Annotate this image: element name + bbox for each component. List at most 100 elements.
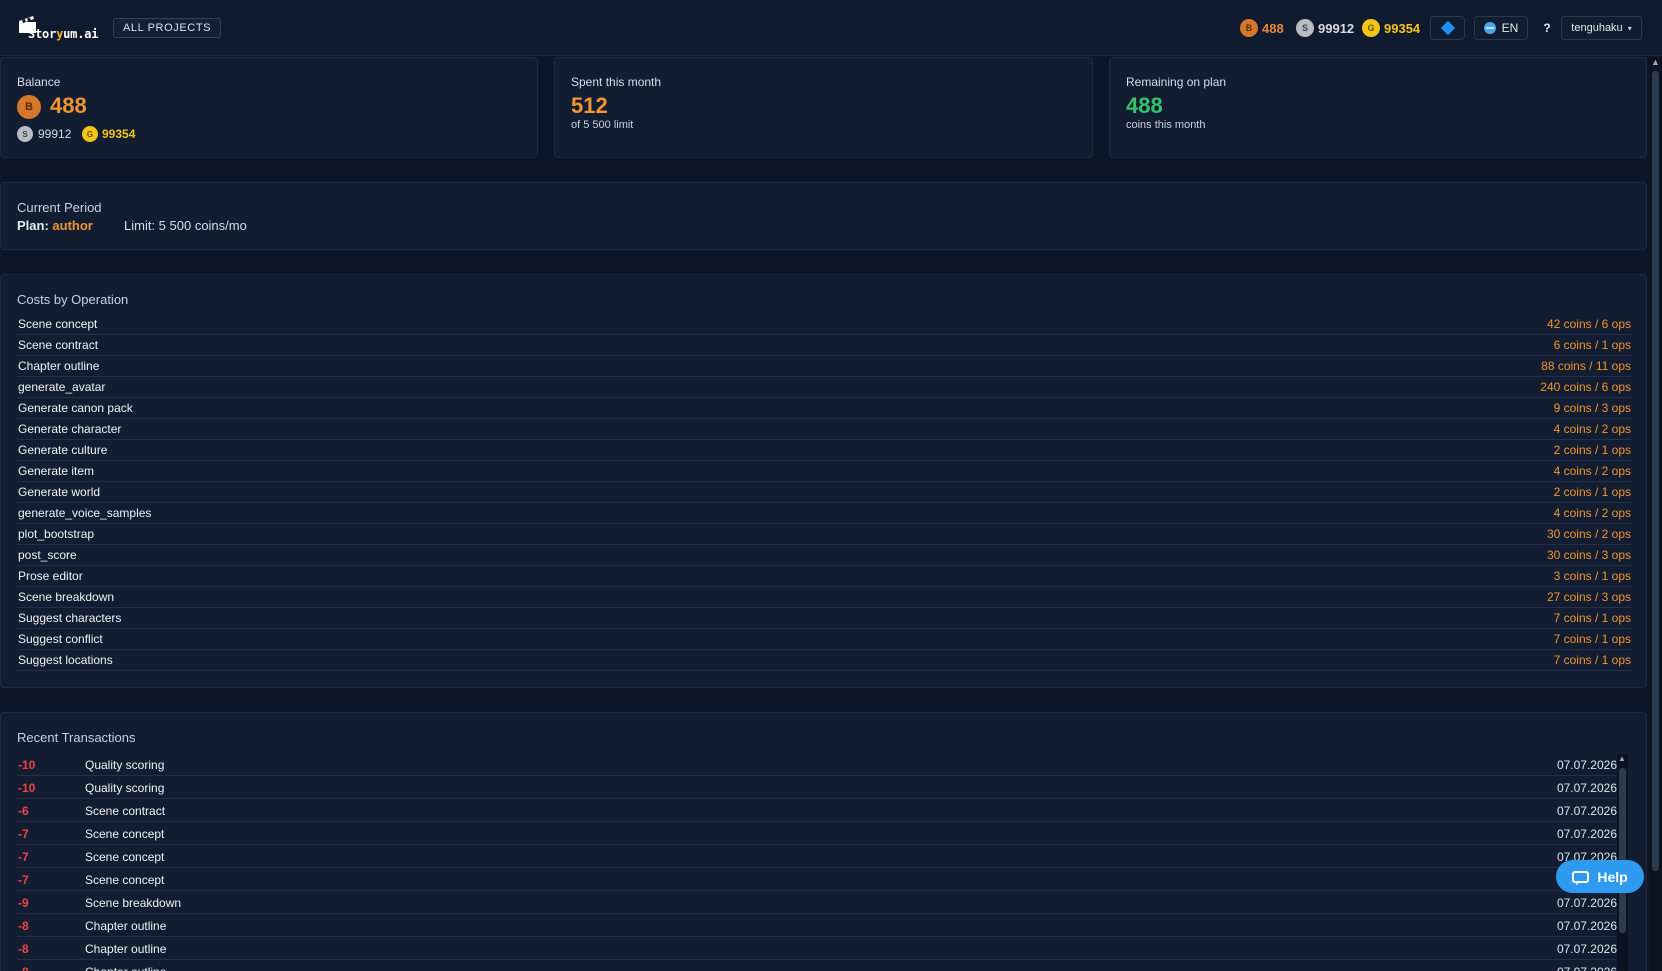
table-row: Generate canon pack 9 coins / 3 ops [17,398,1631,419]
bronze-balance-value: 488 [1262,20,1284,36]
header-bronze-balance: B 488 [1240,17,1284,39]
chat-bubble-icon [1572,870,1590,883]
operation-cost: 42 coins / 6 ops [1546,317,1631,331]
table-row: -8 Chapter outline 07.07.2026 [17,960,1617,971]
table-row: -10 Quality scoring 07.07.2026 [17,753,1617,776]
operation-name: Prose editor [18,569,83,583]
header-gold-balance: G 99354 [1362,17,1420,39]
silver-balance: 99912 [38,127,72,141]
table-row: -6 Scene contract 07.07.2026 [17,799,1617,822]
transaction-amount: -8 [18,965,29,971]
language-selector[interactable]: EN [1474,16,1528,40]
table-row: plot_bootstrap 30 coins / 2 ops [17,524,1631,545]
logo[interactable]: Storyum.ai [18,14,100,42]
scroll-up-icon[interactable]: ▲ [1618,754,1626,763]
operation-cost: 7 coins / 1 ops [1553,611,1631,625]
table-row: generate_avatar 240 coins / 6 ops [17,377,1631,398]
operation-name: plot_bootstrap [18,527,95,541]
transaction-operation: Quality scoring [85,781,165,795]
operation-name: Suggest locations [18,653,113,667]
remaining-card: Remaining on plan 488 coins this month [1109,57,1647,158]
transaction-amount: -8 [18,942,29,956]
operation-cost: 4 coins / 2 ops [1553,422,1631,436]
bronze-coin-icon: B [1240,19,1258,37]
transaction-amount: -9 [18,896,29,910]
spent-value: 512 [571,93,608,118]
operation-cost: 30 coins / 2 ops [1546,527,1631,541]
username: tenguhaku [1571,22,1623,34]
help-chat-button[interactable]: Help [1556,860,1644,893]
transaction-date: 07.07.2026 [1556,758,1617,772]
gold-balance-value: 99354 [1384,20,1421,36]
table-row: Generate item 4 coins / 2 ops [17,461,1631,482]
operation-cost: 7 coins / 1 ops [1553,632,1631,646]
table-row: -7Scene concept07.07.2026 [17,868,1617,891]
transactions-scroll-thumb[interactable] [1619,768,1626,933]
operation-name: generate_avatar [18,380,106,394]
table-row: Scene breakdown 27 coins / 3 ops [17,587,1631,608]
premium-button[interactable] [1430,16,1465,40]
operation-cost: 9 coins / 3 ops [1553,401,1631,415]
operation-cost: 27 coins / 3 ops [1546,590,1631,604]
bronze-coin-icon: B [17,95,41,119]
operation-name: Scene concept [18,317,98,331]
table-row: Generate culture 2 coins / 1 ops [17,440,1631,461]
transaction-amount: -8 [18,919,29,933]
logo-text: Storyum.ai [28,27,99,41]
transaction-amount: -7 [18,827,29,841]
diamond-icon [1440,20,1455,36]
operation-cost: 2 coins / 1 ops [1553,443,1631,457]
plan-label: Plan: [17,218,49,233]
remaining-label: Remaining on plan [1126,75,1227,89]
transaction-amount: -7 [18,873,29,887]
transaction-amount: -7 [18,850,29,864]
operation-cost: 6 coins / 1 ops [1553,338,1631,352]
transaction-date: 07.07.2026 [1556,896,1617,910]
transaction-operation: Scene breakdown [85,896,182,910]
operation-cost: 3 coins / 1 ops [1553,569,1631,583]
balance-label: Balance [17,75,61,89]
table-row: -7Scene concept07.07.2026 [17,845,1617,868]
user-menu[interactable]: tenguhaku ▾ [1561,16,1642,40]
transaction-amount: -10 [18,781,36,795]
table-row: -8 Chapter outline 07.07.2026 [17,937,1617,960]
scroll-up-icon[interactable]: ▲ [1651,57,1660,67]
operation-name: Generate canon pack [18,401,133,415]
operation-cost: 4 coins / 2 ops [1553,464,1631,478]
operation-name: Generate item [18,464,95,478]
spent-card: Spent this month 512 of 5 500 limit [554,57,1093,158]
globe-icon [1483,22,1496,34]
transaction-date: 07.07.2026 [1556,781,1617,795]
table-row: generate_voice_samples 4 coins / 2 ops [17,503,1631,524]
operation-name: Scene contract [18,338,99,352]
transaction-operation: Scene concept [85,850,165,864]
spent-limit: of 5 500 limit [571,119,634,131]
page-scroll-thumb[interactable] [1652,71,1659,871]
table-row: -7Scene concept07.07.2026 [17,822,1617,845]
table-row: -10 Quality scoring 07.07.2026 [17,776,1617,799]
table-row: Scene contract 6 coins / 1 ops [17,335,1631,356]
transaction-date: 07.07.2026 [1556,942,1617,956]
top-bar: Storyum.ai ALL PROJECTS B 488 S 99912 G … [0,0,1662,56]
table-row: Scene concept 42 coins / 6 ops [17,314,1631,335]
operation-name: post_score [18,548,77,562]
balance-value: 488 [50,93,87,118]
all-projects-button[interactable]: ALL PROJECTS [113,18,222,38]
transaction-operation: Chapter outline [85,919,167,933]
operation-cost: 7 coins / 1 ops [1553,653,1631,667]
gold-balance: 99354 [102,127,136,141]
transaction-amount: -10 [18,758,36,772]
silver-coin-icon: S [17,126,33,142]
transaction-operation: Chapter outline [85,965,166,971]
help-icon[interactable]: ? [1537,16,1557,40]
operation-cost: 2 coins / 1 ops [1553,485,1631,499]
balance-card: Balance B 488 S 99912 G 99354 [0,57,538,158]
operation-name: Generate world [18,485,101,499]
table-row: Suggest characters 7 coins / 1 ops [17,608,1631,629]
transaction-date: 07.07.2026 [1556,919,1617,933]
operation-name: Suggest conflict [18,632,103,646]
page-scrollbar[interactable]: ▲ [1649,57,1662,971]
transaction-amount: -6 [18,804,29,818]
language-label: EN [1501,21,1519,35]
table-row: -8 Chapter outline 07.07.2026 [17,914,1617,937]
